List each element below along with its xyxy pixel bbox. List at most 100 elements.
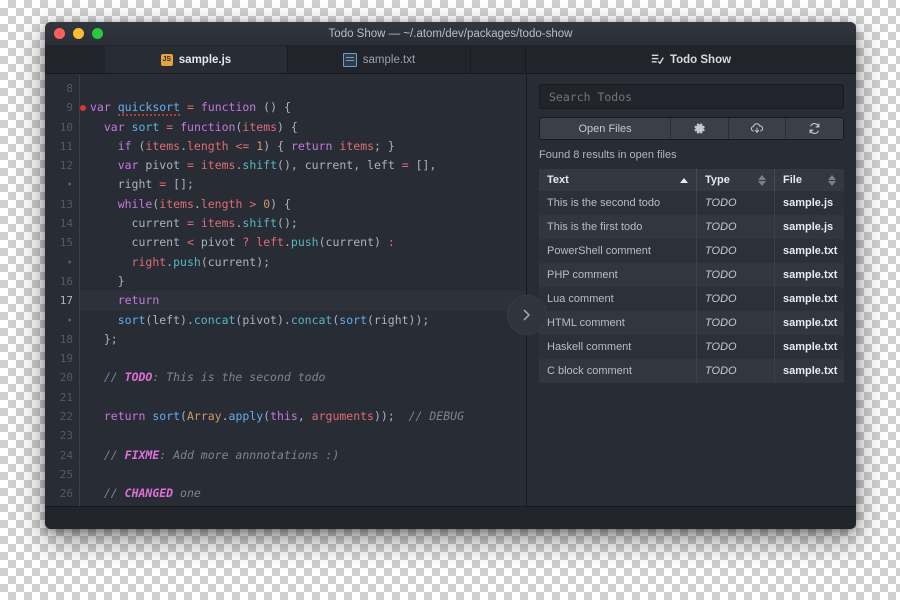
code-line: var sort = function(items) { xyxy=(103,119,298,134)
refresh-button[interactable] xyxy=(786,118,843,139)
minimize-button[interactable] xyxy=(73,28,84,39)
code-line: current < pivot ? left.push(current) : xyxy=(131,235,395,250)
code-line-todo: // CHANGED one xyxy=(103,486,201,501)
todo-tab-label: Todo Show xyxy=(669,53,732,66)
cell-text: Lua comment xyxy=(539,287,697,311)
arrow-up-icon xyxy=(680,177,688,183)
column-header-type[interactable]: Type xyxy=(697,169,775,191)
code-line-todo: // FIXME: Add more annnotations :) xyxy=(103,447,340,462)
open-files-button[interactable]: Open Files xyxy=(540,118,672,139)
tab-todo-show[interactable]: Todo Show xyxy=(526,46,856,73)
line-number: 14 xyxy=(59,217,73,231)
cell-file: sample.txt xyxy=(783,245,838,257)
table-row[interactable]: HTML comment TODO sample.txt xyxy=(539,311,844,335)
pane-resize-handle[interactable] xyxy=(507,295,547,335)
tab-sample-txt[interactable]: sample.txt xyxy=(288,46,471,73)
cell-file: sample.txt xyxy=(783,317,838,329)
table-row[interactable]: PHP comment TODO sample.txt xyxy=(539,263,844,287)
tab-label: sample.js xyxy=(178,53,232,66)
cell-file: sample.txt xyxy=(783,293,838,305)
refresh-icon xyxy=(809,123,820,134)
code-editor[interactable]: 8 9 10 11 12 • 13 14 15 • 16 17 • 18 19 … xyxy=(45,74,526,506)
line-number: 10 xyxy=(59,120,73,134)
cell-text: This is the second todo xyxy=(539,191,697,215)
cell-type: TODO xyxy=(697,359,775,383)
save-todos-button[interactable] xyxy=(728,118,787,139)
code-line: } xyxy=(117,273,125,288)
cell-type: TODO xyxy=(697,335,775,359)
cell-text: Haskell comment xyxy=(539,335,697,359)
cell-text: HTML comment xyxy=(539,311,697,335)
line-number: 21 xyxy=(59,390,73,404)
close-button[interactable] xyxy=(54,28,65,39)
results-status: Found 8 results in open files xyxy=(539,149,677,161)
open-files-label: Open Files xyxy=(578,122,632,135)
column-label: Type xyxy=(705,174,730,186)
cell-type: TODO xyxy=(697,287,775,311)
code-line: current = items.shift(); xyxy=(131,216,298,231)
line-number-gutter: 8 9 10 11 12 • 13 14 15 • 16 17 • 18 19 … xyxy=(45,74,86,506)
tab-bar-spacer xyxy=(45,46,105,73)
line-number: 9 xyxy=(45,98,86,117)
line-number: 18 xyxy=(59,332,73,346)
search-input[interactable] xyxy=(539,84,844,109)
table-row[interactable]: Lua comment TODO sample.txt xyxy=(539,287,844,311)
line-number: 23 xyxy=(59,429,73,443)
cell-text: PowerShell comment xyxy=(539,239,697,263)
line-number: 26 xyxy=(59,487,73,501)
line-number: 24 xyxy=(59,448,73,462)
sort-indicator[interactable] xyxy=(828,174,836,186)
code-line-wrap: right.push(current); xyxy=(131,254,271,269)
table-row[interactable]: PowerShell comment TODO sample.txt xyxy=(539,239,844,263)
sort-indicator[interactable] xyxy=(758,174,766,186)
text-file-icon xyxy=(342,52,357,67)
panel-toolbar: Open Files xyxy=(539,117,844,140)
code-content[interactable]: var quicksort = function () { var sort =… xyxy=(79,74,526,506)
cell-type: TODO xyxy=(697,215,775,239)
arrow-up-icon xyxy=(828,174,836,180)
code-line-current: return xyxy=(80,291,526,311)
js-file-icon: JS xyxy=(160,53,173,66)
line-number: 16 xyxy=(59,274,73,288)
cell-type: TODO xyxy=(697,239,775,263)
gear-icon xyxy=(694,123,705,134)
arrow-down-icon xyxy=(828,180,836,186)
window-title: Todo Show — ~/.atom/dev/packages/todo-sh… xyxy=(328,27,573,40)
column-header-file[interactable]: File xyxy=(775,169,844,191)
table-header-row: Text Type File xyxy=(539,169,844,191)
table-row[interactable]: Haskell comment TODO sample.txt xyxy=(539,335,844,359)
tab-bar-filler xyxy=(471,46,526,73)
code-line-wrap: right = []; xyxy=(117,177,194,192)
cell-type: TODO xyxy=(697,311,775,335)
maximize-button[interactable] xyxy=(92,28,103,39)
line-number-current: 17 xyxy=(59,294,73,308)
table-row[interactable]: This is the second todo TODO sample.js xyxy=(539,191,844,215)
line-number: 20 xyxy=(59,371,73,385)
todo-results-table: Text Type File This is the second todo T… xyxy=(539,169,844,383)
column-header-text[interactable]: Text xyxy=(539,169,697,191)
code-line: if (items.length <= 1) { return items; } xyxy=(117,138,395,153)
table-row[interactable]: C block comment TODO sample.txt xyxy=(539,359,844,383)
sort-indicator-asc[interactable] xyxy=(680,177,688,183)
line-number-wrap: • xyxy=(66,178,73,192)
todo-show-panel: Open Files xyxy=(526,74,856,506)
column-label: File xyxy=(783,174,802,186)
chevron-right-icon xyxy=(523,309,531,321)
status-bar xyxy=(45,506,856,529)
cell-file: sample.txt xyxy=(783,269,838,281)
arrow-up-icon xyxy=(758,174,766,180)
settings-button[interactable] xyxy=(671,118,729,139)
line-number: 15 xyxy=(59,236,73,250)
line-number: 13 xyxy=(59,197,73,211)
table-row[interactable]: This is the first todo TODO sample.js xyxy=(539,215,844,239)
tab-sample-js[interactable]: JS sample.js xyxy=(105,46,288,73)
cell-text: This is the first todo xyxy=(539,215,697,239)
window-titlebar: Todo Show — ~/.atom/dev/packages/todo-sh… xyxy=(45,22,856,46)
cell-type: TODO xyxy=(697,191,775,215)
cell-text: PHP comment xyxy=(539,263,697,287)
code-line: }; xyxy=(103,331,118,346)
